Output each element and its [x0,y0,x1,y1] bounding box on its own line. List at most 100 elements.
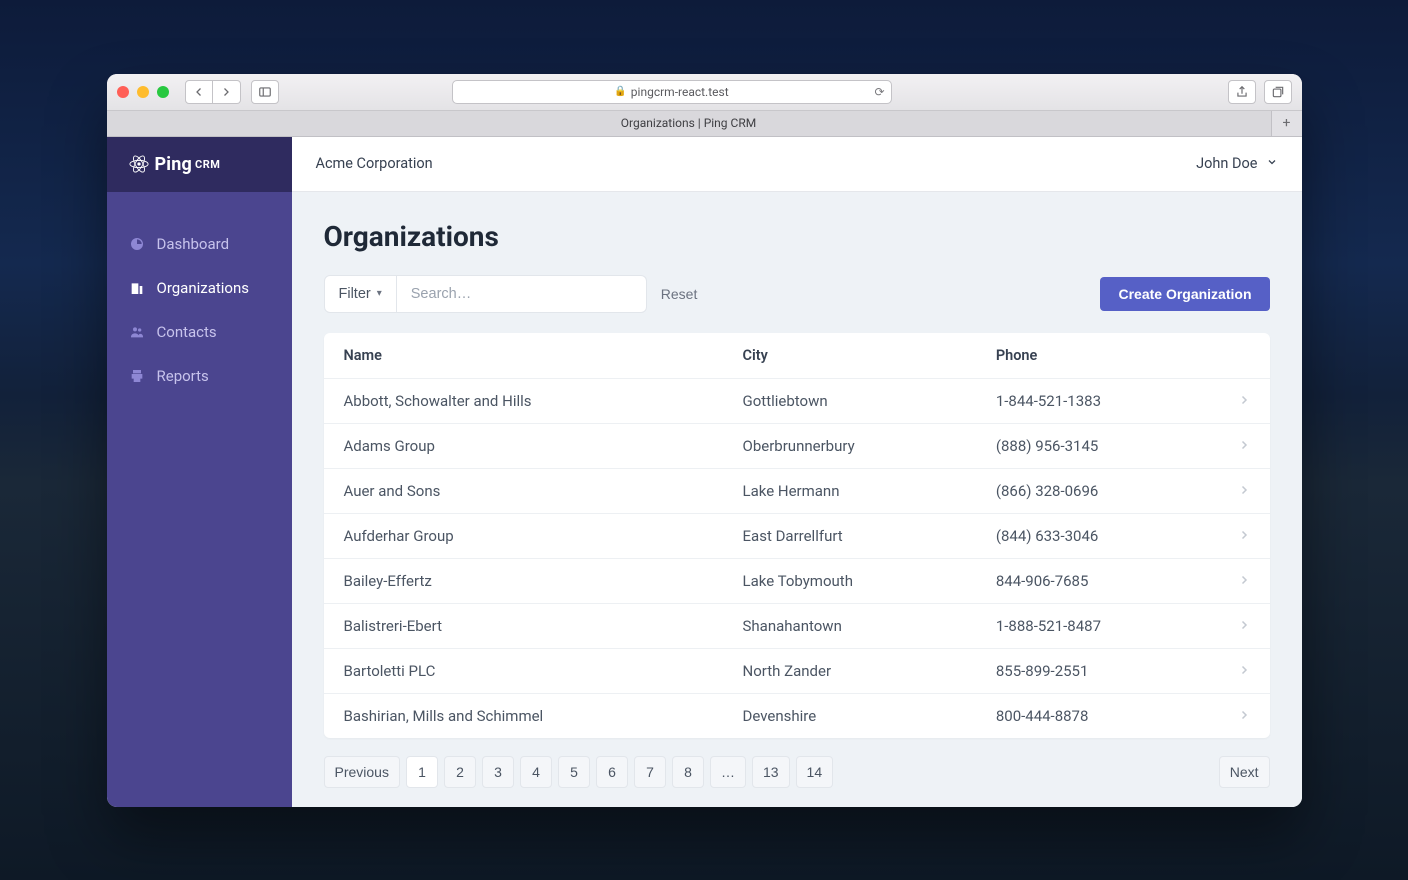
sidebar-icon [258,85,272,99]
printer-icon [129,368,145,384]
address-bar[interactable]: 🔒 pingcrm-react.test ⟳ [452,80,892,104]
search-input[interactable] [397,275,647,313]
sidebar-toggle-button[interactable] [251,80,279,104]
forward-button[interactable] [213,80,241,104]
tabs-icon [1271,85,1285,99]
cell-phone: 1-844-521-1383 [976,378,1218,423]
table-row[interactable]: Bashirian, Mills and SchimmelDevenshire8… [324,693,1270,738]
zoom-window-button[interactable] [157,86,169,98]
browser-tabbar: Organizations | Ping CRM + [107,111,1302,137]
pagination: Previous12345678…1314 Next [324,756,1270,788]
sidebar-nav: Dashboard Organizations Contacts Reports [107,192,292,398]
table-header-row: Name City Phone [324,333,1270,379]
pagination-page[interactable]: 4 [520,756,552,788]
filter-label: Filter [339,286,371,302]
pagination-page[interactable]: 14 [796,756,834,788]
table-row[interactable]: Adams GroupOberbrunnerbury(888) 956-3145 [324,423,1270,468]
cell-name: Auer and Sons [324,468,723,513]
pagination-page[interactable]: 7 [634,756,666,788]
chevron-left-icon [193,86,205,98]
cell-name: Aufderhar Group [324,513,723,558]
window-controls [117,86,169,98]
sidebar-item-contacts[interactable]: Contacts [107,310,292,354]
tabs-button[interactable] [1264,80,1292,104]
pagination-page[interactable]: 8 [672,756,704,788]
cell-city: Lake Hermann [723,468,976,513]
page-title: Organizations [324,220,1270,253]
row-arrow [1218,513,1270,558]
sidebar-item-reports[interactable]: Reports [107,354,292,398]
new-tab-button[interactable]: + [1272,111,1302,136]
cell-phone: 800-444-8878 [976,693,1218,738]
people-icon [129,324,145,340]
pagination-page[interactable]: 13 [752,756,790,788]
cell-phone: (866) 328-0696 [976,468,1218,513]
row-arrow [1218,378,1270,423]
content: Acme Corporation John Doe Organizations … [292,137,1302,807]
table-row[interactable]: Bailey-EffertzLake Tobymouth844-906-7685 [324,558,1270,603]
filter-button[interactable]: Filter ▾ [324,275,397,313]
sidebar-item-organizations[interactable]: Organizations [107,266,292,310]
app: Ping CRM Dashboard Organizations Contact… [107,137,1302,807]
brand: Ping CRM [107,137,292,192]
cell-city: Gottliebtown [723,378,976,423]
browser-window: 🔒 pingcrm-react.test ⟳ Organizations | P… [107,74,1302,807]
row-arrow [1218,648,1270,693]
nav-buttons [185,80,241,104]
row-arrow [1218,468,1270,513]
caret-down-icon: ▾ [377,288,382,299]
reload-icon[interactable]: ⟳ [874,85,884,99]
browser-tab[interactable]: Organizations | Ping CRM [107,111,1272,136]
row-arrow [1218,423,1270,468]
lock-icon: 🔒 [614,86,626,97]
cell-city: Oberbrunnerbury [723,423,976,468]
cell-city: North Zander [723,648,976,693]
sidebar-item-label: Organizations [157,279,250,297]
cell-name: Adams Group [324,423,723,468]
pagination-page[interactable]: 5 [558,756,590,788]
pagination-previous[interactable]: Previous [324,756,400,788]
pagination-page[interactable]: 2 [444,756,476,788]
table-row[interactable]: Aufderhar GroupEast Darrellfurt(844) 633… [324,513,1270,558]
page-body: Organizations Filter ▾ Reset Create Orga… [292,192,1302,807]
reset-button[interactable]: Reset [661,286,698,302]
cell-phone: (888) 956-3145 [976,423,1218,468]
table-row[interactable]: Balistreri-EbertShanahantown1-888-521-84… [324,603,1270,648]
share-button[interactable] [1228,80,1256,104]
pagination-next[interactable]: Next [1219,756,1270,788]
sidebar-item-label: Dashboard [157,235,230,253]
brand-suffix: CRM [195,158,220,171]
minimize-window-button[interactable] [137,86,149,98]
user-menu[interactable]: John Doe [1196,155,1277,172]
table-row[interactable]: Bartoletti PLCNorth Zander855-899-2551 [324,648,1270,693]
row-arrow [1218,693,1270,738]
close-window-button[interactable] [117,86,129,98]
cell-name: Balistreri-Ebert [324,603,723,648]
cell-phone: (844) 633-3046 [976,513,1218,558]
back-button[interactable] [185,80,213,104]
pagination-page[interactable]: 6 [596,756,628,788]
tab-title: Organizations | Ping CRM [621,116,756,130]
building-icon [129,280,145,296]
react-logo-icon [129,154,149,174]
create-organization-button[interactable]: Create Organization [1100,277,1269,311]
brand-name: Ping [155,154,193,175]
pagination-page[interactable]: 3 [482,756,514,788]
cell-phone: 1-888-521-8487 [976,603,1218,648]
row-arrow [1218,603,1270,648]
table-row[interactable]: Auer and SonsLake Hermann(866) 328-0696 [324,468,1270,513]
pagination-ellipsis: … [710,756,746,788]
sidebar-item-label: Reports [157,367,209,385]
organizations-table-card: Name City Phone Abbott, Schowalter and H… [324,333,1270,738]
cell-phone: 844-906-7685 [976,558,1218,603]
table-row[interactable]: Abbott, Schowalter and HillsGottliebtown… [324,378,1270,423]
share-icon [1235,85,1249,99]
cell-name: Bashirian, Mills and Schimmel [324,693,723,738]
col-name: Name [324,333,723,379]
organizations-table: Name City Phone Abbott, Schowalter and H… [324,333,1270,738]
pagination-page[interactable]: 1 [406,756,438,788]
cell-city: Lake Tobymouth [723,558,976,603]
sidebar-item-dashboard[interactable]: Dashboard [107,222,292,266]
chevron-down-icon [1266,156,1278,171]
cell-name: Bailey-Effertz [324,558,723,603]
